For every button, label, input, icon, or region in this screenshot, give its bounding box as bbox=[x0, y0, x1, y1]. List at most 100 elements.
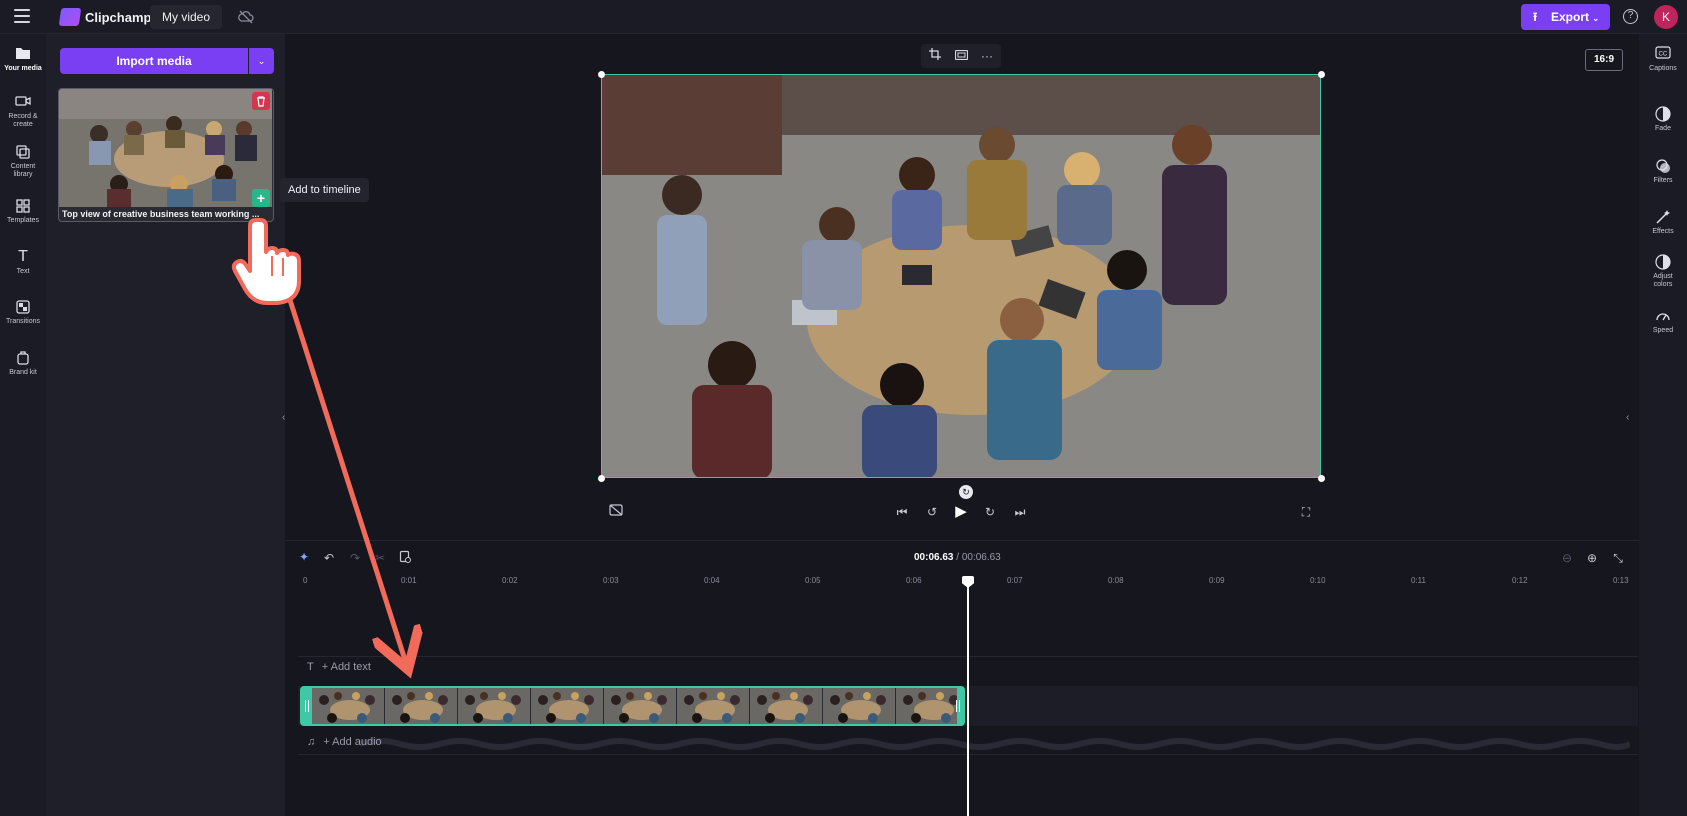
text-track-icon: T bbox=[307, 661, 314, 673]
resize-handle-bottom-right[interactable] bbox=[1318, 475, 1325, 482]
adjust-colors-icon bbox=[1655, 254, 1671, 270]
split-scissors-icon[interactable]: ✂ bbox=[372, 550, 388, 566]
play-icon[interactable]: ▶ bbox=[953, 504, 969, 520]
clip-trim-handle-left[interactable] bbox=[305, 700, 309, 712]
menu-icon[interactable] bbox=[14, 9, 30, 25]
sidebar-item-captions[interactable]: CC Captions bbox=[1639, 46, 1687, 73]
zoom-out-icon[interactable]: ⊖ bbox=[1559, 550, 1575, 566]
fit-icon[interactable] bbox=[953, 48, 969, 64]
sidebar-item-brand-kit[interactable]: Brand kit bbox=[0, 350, 46, 377]
left-sidebar: Your media Record & create Content libra… bbox=[0, 34, 46, 816]
sidebar-item-adjust-colors[interactable]: Adjust colors bbox=[1639, 254, 1687, 289]
add-audio-track[interactable]: ♫ + Add audio bbox=[307, 736, 382, 748]
video-name-field[interactable]: My video bbox=[150, 5, 223, 29]
sidebar-item-label: Adjust colors bbox=[1653, 273, 1673, 288]
total-time: / 00:06.63 bbox=[956, 552, 1001, 563]
media-card[interactable]: + Top view of creative business team wor… bbox=[58, 88, 274, 222]
templates-icon bbox=[15, 198, 31, 214]
fullscreen-icon[interactable]: ⛶ bbox=[1298, 504, 1314, 520]
zoom-in-icon[interactable]: ⊕ bbox=[1584, 550, 1600, 566]
sidebar-item-fade[interactable]: Fade bbox=[1639, 106, 1687, 133]
delete-icon[interactable] bbox=[252, 92, 270, 110]
add-text-track[interactable]: T + Add text bbox=[307, 661, 371, 673]
undo-icon[interactable]: ↶ bbox=[321, 550, 337, 566]
sidebar-item-label: Your media bbox=[4, 65, 42, 72]
crop-icon[interactable] bbox=[927, 48, 943, 64]
clip-frames-image bbox=[312, 688, 957, 724]
sidebar-item-speed[interactable]: Speed bbox=[1639, 308, 1687, 335]
svg-text:CC: CC bbox=[1659, 52, 1668, 58]
resize-handle-top-left[interactable] bbox=[598, 71, 605, 78]
avatar[interactable]: K bbox=[1654, 5, 1678, 29]
playhead[interactable] bbox=[967, 576, 969, 816]
ruler-tick: 0:01 bbox=[401, 576, 417, 585]
timecode: 00:06.63 / 00:06.63 bbox=[914, 552, 1001, 563]
add-to-timeline-tooltip: Add to timeline bbox=[280, 178, 369, 202]
ruler-tick: 0:09 bbox=[1209, 576, 1225, 585]
ruler-tick: 0:11 bbox=[1411, 576, 1426, 585]
sidebar-item-your-media[interactable]: Your media bbox=[0, 46, 46, 73]
upload-icon: ⭱ bbox=[1533, 10, 1538, 24]
sidebar-item-record-create[interactable]: Record & create bbox=[0, 94, 46, 129]
sidebar-item-content-library[interactable]: Content library bbox=[0, 144, 46, 179]
clip-trim-handle-right[interactable] bbox=[956, 700, 960, 712]
brand-name: Clipchamp bbox=[85, 10, 152, 25]
text-icon: T bbox=[18, 248, 28, 265]
filters-icon bbox=[1655, 158, 1671, 174]
ruler-tick: 0:05 bbox=[805, 576, 821, 585]
sidebar-item-label: Templates bbox=[7, 217, 39, 224]
export-button[interactable]: ⭱ Export ⌄ bbox=[1521, 4, 1610, 30]
top-bar: Clipchamp My video ⭱ Export ⌄ ? K bbox=[0, 0, 1687, 34]
sidebar-item-label: Effects bbox=[1652, 228, 1674, 235]
chevron-down-icon: ⌄ bbox=[1592, 14, 1600, 23]
add-text-label: + Add text bbox=[321, 661, 371, 673]
collapse-right-panel-chevron-icon[interactable]: ‹ bbox=[1626, 412, 1636, 452]
ruler-tick: 0:04 bbox=[704, 576, 720, 585]
ruler-tick: 0:07 bbox=[1007, 576, 1023, 585]
skip-back-icon[interactable]: ⏮ bbox=[894, 504, 910, 520]
video-frame-image bbox=[602, 75, 1320, 477]
collapse-left-panel-chevron-icon[interactable]: ‹ bbox=[282, 412, 292, 452]
forward-5-icon[interactable]: ↻ bbox=[982, 504, 998, 520]
sidebar-item-effects[interactable]: Effects bbox=[1639, 209, 1687, 236]
more-options-icon[interactable]: ··· bbox=[979, 48, 995, 64]
help-icon[interactable]: ? bbox=[1623, 9, 1638, 24]
video-clip[interactable] bbox=[300, 686, 965, 726]
rewind-5-icon[interactable]: ↺ bbox=[924, 504, 940, 520]
aspect-ratio-button[interactable]: 16:9 bbox=[1585, 49, 1623, 71]
sidebar-item-transitions[interactable]: Transitions bbox=[0, 299, 46, 326]
video-preview-canvas[interactable] bbox=[601, 74, 1321, 478]
camera-icon bbox=[15, 94, 31, 110]
import-options-chevron-icon[interactable]: ⌄ bbox=[249, 48, 274, 74]
brand-kit-icon bbox=[15, 350, 31, 366]
sidebar-item-label: Captions bbox=[1649, 65, 1677, 72]
sidebar-item-filters[interactable]: Filters bbox=[1639, 158, 1687, 185]
ruler-tick: 0:12 bbox=[1512, 576, 1528, 585]
resize-handle-top-right[interactable] bbox=[1318, 71, 1325, 78]
redo-icon[interactable]: ↷ bbox=[347, 550, 363, 566]
media-thumbnail bbox=[59, 89, 272, 207]
clipchamp-logo-icon bbox=[58, 8, 82, 26]
sidebar-item-label: Brand kit bbox=[9, 369, 37, 376]
ai-sparkle-icon[interactable]: ✦ bbox=[296, 549, 312, 565]
sidebar-item-text[interactable]: T Text bbox=[0, 249, 46, 276]
import-media-button[interactable]: Import media bbox=[60, 48, 248, 74]
rotate-icon[interactable]: ↻ bbox=[959, 485, 973, 499]
cloud-off-icon bbox=[238, 9, 254, 25]
library-icon bbox=[15, 144, 31, 160]
audio-waveform-placeholder bbox=[360, 738, 1630, 750]
sidebar-item-label: Text bbox=[16, 268, 30, 275]
fit-timeline-icon[interactable]: ⤡ bbox=[1610, 550, 1626, 566]
hide-preview-icon[interactable] bbox=[608, 504, 624, 520]
speed-icon bbox=[1655, 308, 1671, 324]
skip-forward-icon[interactable]: ⏭ bbox=[1012, 504, 1028, 520]
sidebar-item-label: Speed bbox=[1652, 327, 1674, 334]
sidebar-item-label: Transitions bbox=[6, 318, 40, 325]
sidebar-item-label: Content library bbox=[10, 163, 36, 178]
resize-handle-bottom-left[interactable] bbox=[598, 475, 605, 482]
ruler-tick: 0:08 bbox=[1108, 576, 1124, 585]
add-to-timeline-plus-icon[interactable]: + bbox=[252, 189, 270, 207]
delete-clip-icon[interactable] bbox=[397, 550, 413, 566]
clip-filmstrip bbox=[312, 688, 957, 724]
sidebar-item-templates[interactable]: Templates bbox=[0, 198, 46, 225]
